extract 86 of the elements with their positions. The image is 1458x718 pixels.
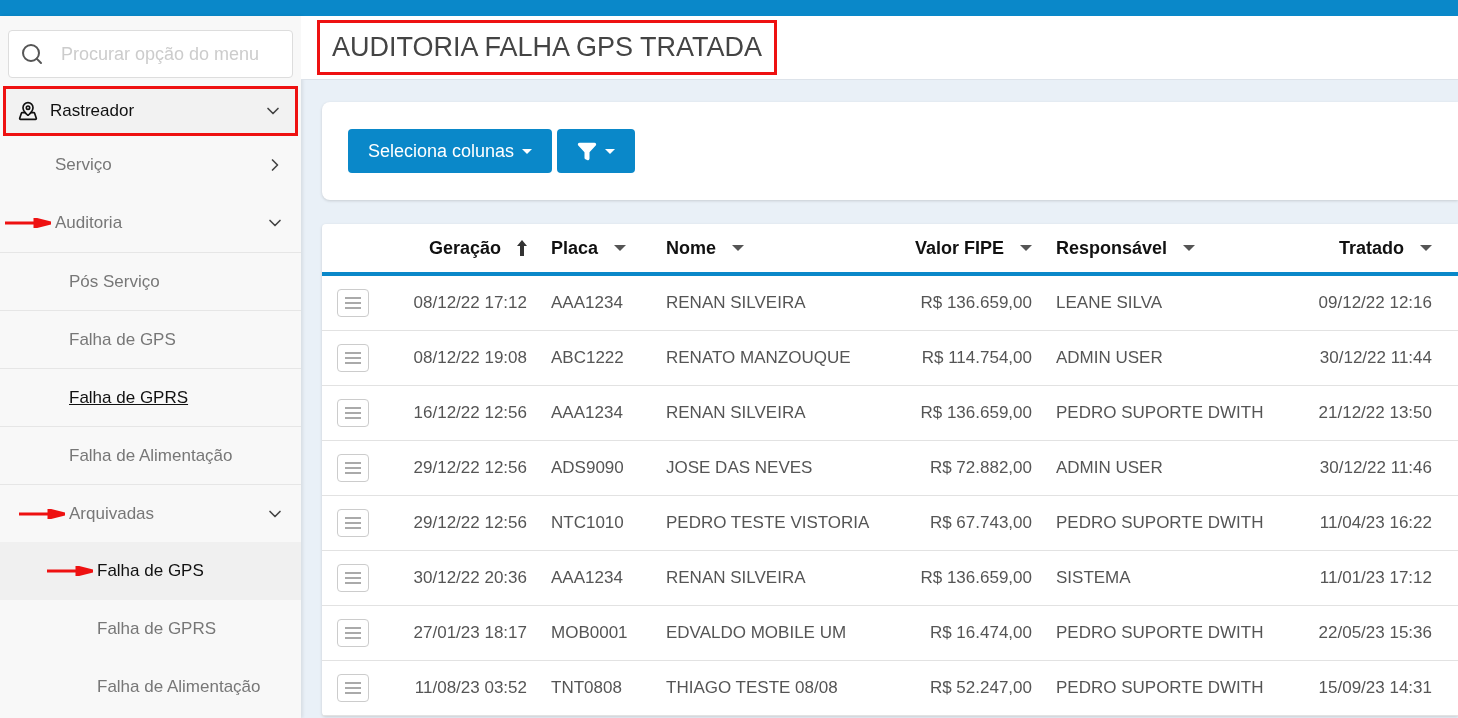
table-cell-text: 15/09/23 14:31 [1318, 677, 1432, 700]
table-cell-text: 21/12/22 13:50 [1318, 402, 1432, 425]
table-cell-text: 11/08/23 03:52 [414, 677, 527, 700]
table-cell-text: PEDRO SUPORTE DWITH [1056, 512, 1264, 535]
table-cell-text: PEDRO SUPORTE DWITH [1056, 677, 1264, 700]
search-icon [20, 42, 44, 66]
table-cell-text: ABC1222 [551, 347, 624, 370]
table-cell-text: ADS9090 [551, 457, 624, 480]
table-cell-text: 16/12/22 12:56 [413, 402, 527, 425]
table-cell-text: AAA1234 [551, 292, 623, 315]
table-cell-text: NTC1010 [551, 512, 624, 535]
row-menu-button[interactable] [337, 564, 369, 592]
filter-button[interactable] [557, 129, 636, 173]
sort-up-icon [517, 240, 527, 256]
table-cell-text: 30/12/22 20:36 [413, 567, 527, 590]
row-menu-button[interactable] [337, 454, 369, 482]
table-cell-text: EDVALDO MOBILE UM [666, 622, 847, 645]
row-menu-button[interactable] [337, 509, 369, 537]
table-cell-text: PEDRO SUPORTE DWITH [1056, 622, 1264, 645]
table-cell-text: LEANE SILVA [1056, 292, 1163, 315]
table-cell-text: TNT0808 [551, 677, 622, 700]
table-cell-text: 29/12/22 12:56 [413, 457, 527, 480]
table-cell-text: RENAN SILVEIRA [666, 402, 806, 425]
table-cell-text: ADMIN USER [1056, 457, 1163, 480]
row-menu-button[interactable] [337, 674, 369, 702]
row-menu-button[interactable] [337, 289, 369, 317]
table-cell-text: R$ 136.659,00 [920, 402, 1032, 425]
menu-item[interactable]: Serviço [0, 136, 301, 194]
row-menu-button[interactable] [337, 344, 369, 372]
row-menu-button[interactable] [337, 619, 369, 647]
select-columns-button[interactable]: Seleciona colunas [348, 129, 553, 173]
table-cell-text: PEDRO TESTE VISTORIA [666, 512, 870, 535]
table-cell-text: RENATO MANZOUQUE [666, 347, 851, 370]
menu-item[interactable]: Falha de GPS [0, 310, 301, 368]
table-cell-text: ADMIN USER [1056, 347, 1163, 370]
table-cell-text: THIAGO TESTE 08/08 [666, 677, 838, 700]
column-header[interactable]: Tratado [1289, 234, 1444, 262]
table-cell-text: 09/12/22 12:16 [1318, 292, 1432, 315]
table-cell-text: 08/12/22 19:08 [413, 347, 527, 370]
menu-item[interactable]: Falha de Alimentação [0, 426, 301, 484]
menu-item[interactable]: Auditoria [0, 194, 301, 252]
table-cell-text: 08/12/22 17:12 [413, 292, 527, 315]
table-cell-text: AAA1234 [551, 402, 623, 425]
table-cell-text: R$ 67.743,00 [929, 512, 1032, 535]
table-cell-text: SISTEMA [1056, 567, 1131, 590]
table-cell-text: 30/12/22 11:44 [1319, 347, 1432, 370]
caret-down-icon [1420, 245, 1432, 251]
table-cell-text: 11/01/23 17:12 [1319, 567, 1432, 590]
table-cell-text: R$ 136.659,00 [920, 567, 1032, 590]
caret-down-icon [614, 245, 627, 251]
column-header[interactable]: Placa [539, 234, 654, 262]
table-cell-text: 11/04/23 16:22 [1319, 512, 1432, 535]
table-cell-text: 30/12/22 11:46 [1319, 457, 1432, 480]
table-cell-text: PEDRO SUPORTE DWITH [1056, 402, 1264, 425]
table-cell-text: R$ 136.659,00 [920, 292, 1032, 315]
table-cell-text: R$ 52.247,00 [929, 677, 1032, 700]
row-menu-button[interactable] [337, 399, 369, 427]
column-header[interactable]: Nome [654, 234, 884, 262]
menu-item[interactable]: Falha de GPRS [0, 368, 301, 426]
table-cell-text: R$ 72.882,00 [929, 457, 1032, 480]
table-cell-text: RENAN SILVEIRA [666, 292, 806, 315]
table-cell-text: 27/01/23 18:17 [413, 622, 527, 645]
column-header[interactable]: Valor FIPE [884, 234, 1044, 262]
caret-icon [605, 148, 616, 154]
table-cell-text: MOB0001 [551, 622, 628, 645]
table-cell-text: JOSE DAS NEVES [666, 457, 813, 480]
menu-item[interactable]: Pós Serviço [0, 252, 301, 310]
menu-item[interactable]: Falha de GPRS [0, 600, 301, 658]
table-cell-text: 29/12/22 12:56 [413, 512, 527, 535]
menu-item[interactable]: Rastreador [3, 86, 298, 136]
column-header[interactable]: Geração [384, 234, 539, 262]
menu-item[interactable]: Falha de Alimentação [0, 658, 301, 716]
table-cell-text: R$ 114.754,00 [921, 347, 1032, 370]
caret-down-icon [732, 245, 744, 251]
filter-icon [577, 141, 598, 161]
page-title: AUDITORIA FALHA GPS TRATADA [317, 20, 778, 75]
table-cell-text: AAA1234 [551, 567, 623, 590]
caret-down-icon [1020, 245, 1032, 251]
menu-item[interactable]: Falha de GPS [0, 542, 301, 600]
table-cell-text: RENAN SILVEIRA [666, 567, 806, 590]
caret-icon [522, 148, 533, 154]
map-icon [18, 101, 38, 121]
table-cell-text: 22/05/23 15:36 [1318, 622, 1432, 645]
table-cell-text: R$ 16.474,00 [929, 622, 1032, 645]
caret-down-icon [1183, 245, 1196, 251]
column-header[interactable]: Responsável [1044, 234, 1289, 262]
